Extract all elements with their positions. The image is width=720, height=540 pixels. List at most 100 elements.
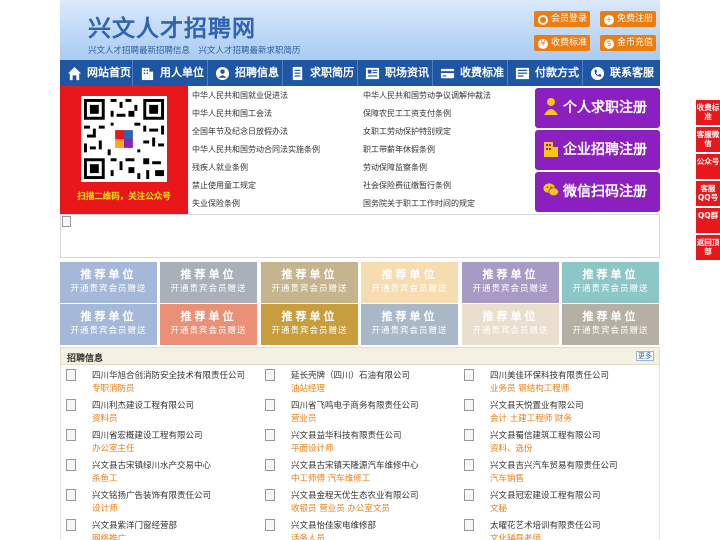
nav-employers[interactable]: 用人单位 (133, 60, 207, 86)
job-positions[interactable]: 话务人员 (291, 532, 325, 540)
side-qq-group-button[interactable]: QQ群 (696, 208, 720, 233)
job-item[interactable]: 兴文县古宋镇绿川水产交易中心 杀鱼工 (61, 455, 257, 484)
job-item[interactable]: 兴文县益华科技有限责任公司 平面设计师 (260, 425, 456, 454)
more-jobs-link[interactable]: 更多 (636, 351, 654, 361)
recommend-slot[interactable]: 推荐单位 开通贵宾会员赠送 (562, 304, 659, 345)
recommend-slot[interactable]: 推荐单位 开通贵宾会员赠送 (562, 262, 659, 303)
job-item[interactable]: 兴文县冠宏建设工程有限公司 文秘 (459, 485, 655, 514)
job-positions[interactable]: 专职消防员 (92, 382, 135, 394)
job-positions[interactable]: 办公室主任 (92, 442, 135, 454)
law-link[interactable]: 国务院关于职工工作时间的规定 (363, 198, 475, 209)
law-link[interactable]: 禁止使用童工规定 (192, 180, 256, 191)
recommend-slot[interactable]: 推荐单位 开通贵宾会员赠送 (160, 304, 257, 345)
law-link[interactable]: 全国年节及纪念日放假办法 (192, 126, 288, 137)
law-link[interactable]: 中华人民共和国就业促进法 (192, 90, 288, 101)
recommend-slot[interactable]: 推荐单位 开通贵宾会员赠送 (462, 304, 559, 345)
job-positions[interactable]: 中工师傅 汽车维修工 (291, 472, 370, 484)
wechat-register-button[interactable]: 微信扫码注册 (535, 172, 660, 212)
nav-home[interactable]: 网站首页 (60, 60, 132, 86)
nav-news[interactable]: 职场资讯 (358, 60, 432, 86)
company-name[interactable]: 兴文县冠宏建设工程有限公司 (490, 489, 601, 501)
company-register-button[interactable]: 企业招聘注册 (535, 130, 660, 170)
nav-payment[interactable]: 付款方式 (508, 60, 582, 86)
job-item[interactable]: 太曜花艺术培训有限责任公司 文化辅导老师 (459, 515, 655, 540)
job-positions[interactable]: 资料、选份 (490, 442, 533, 454)
company-name[interactable]: 四川省飞鸣电子商务有限责任公司 (291, 399, 419, 411)
company-name[interactable]: 四川华旭合创消防安全技术有限责任公司 (92, 369, 245, 381)
job-positions[interactable]: 收银员 营业员 办公室文员 (291, 502, 390, 514)
law-link[interactable]: 中华人民共和国工会法 (192, 108, 272, 119)
recharge-button[interactable]: $ 金币充值 (600, 35, 656, 51)
job-positions[interactable]: 文化辅导老师 (490, 532, 541, 540)
recommend-slot[interactable]: 推荐单位 开通贵宾会员赠送 (261, 262, 358, 303)
law-link[interactable]: 失业保险条例 (192, 198, 240, 209)
company-name[interactable]: 兴文县古宋镇绿川水产交易中心 (92, 459, 211, 471)
job-positions[interactable]: 业务员 钢结构工程师 (490, 382, 569, 394)
job-positions[interactable]: 油站经理 (291, 382, 325, 394)
job-positions[interactable]: 汽车销售 (490, 472, 524, 484)
job-item[interactable]: 四川省宏概建设工程有限公司 办公室主任 (61, 425, 257, 454)
company-name[interactable]: 兴文县蜀信建筑工程有限公司 (490, 429, 601, 441)
law-link[interactable]: 保障农民工工资支付条例 (363, 108, 451, 119)
company-name[interactable]: 延长壳牌（四川）石油有限公司 (291, 369, 410, 381)
personal-register-button[interactable]: 个人求职注册 (535, 88, 660, 128)
law-link[interactable]: 中华人民共和国劳动争议调解仲裁法 (363, 90, 491, 101)
site-logo[interactable]: 兴文人才招聘网 (88, 9, 256, 43)
job-item[interactable]: 四川省飞鸣电子商务有限责任公司 营业员 (260, 395, 456, 424)
company-name[interactable]: 兴文铭扬广告装饰有限责任公司 (92, 489, 211, 501)
back-to-top-button[interactable]: 返回顶部 (696, 235, 720, 260)
company-name[interactable]: 兴文县吉兴汽车贸易有限责任公司 (490, 459, 618, 471)
company-name[interactable]: 兴文县古宋镇天隆源汽车维修中心 (291, 459, 419, 471)
job-positions[interactable]: 文秘 (490, 502, 507, 514)
company-name[interactable]: 太曜花艺术培训有限责任公司 (490, 519, 601, 531)
login-button[interactable]: ● 会员登录 (534, 11, 590, 27)
nav-jobs[interactable]: 招聘信息 (208, 60, 282, 86)
side-official-account-button[interactable]: 公众号 (696, 154, 720, 179)
law-link[interactable]: 社会保险费征缴暂行条例 (363, 180, 451, 191)
job-item[interactable]: 四川华旭合创消防安全技术有限责任公司 专职消防员 (61, 365, 257, 394)
law-link[interactable]: 女职工劳动保护特别规定 (363, 126, 451, 137)
law-link[interactable]: 职工带薪年休假条例 (363, 144, 435, 155)
job-positions[interactable]: 设计师 (92, 502, 118, 514)
job-item[interactable]: 兴文县天悦置业有限公司 会计 土建工程师 财务 (459, 395, 655, 424)
job-item[interactable]: 兴文县怡佳家电维修部 话务人员 (260, 515, 456, 540)
company-name[interactable]: 兴文县怡佳家电维修部 (291, 519, 376, 531)
side-wechat-button[interactable]: 客服微信 (696, 127, 720, 152)
recommend-slot[interactable]: 推荐单位 开通贵宾会员赠送 (261, 304, 358, 345)
ad-banner[interactable] (60, 214, 660, 258)
job-item[interactable]: 四川利杰建设工程有限公司 资料员 (61, 395, 257, 424)
job-positions[interactable]: 杀鱼工 (92, 472, 118, 484)
job-item[interactable]: 延长壳牌（四川）石油有限公司 油站经理 (260, 365, 456, 394)
recommend-slot[interactable]: 推荐单位 开通贵宾会员赠送 (160, 262, 257, 303)
company-name[interactable]: 四川美佳环保科技有限责任公司 (490, 369, 609, 381)
job-item[interactable]: 兴文县紫洋门窗经营部 网络推广 (61, 515, 257, 540)
company-name[interactable]: 兴文县天悦置业有限公司 (490, 399, 584, 411)
side-pricing-button[interactable]: 收费标准 (696, 100, 720, 125)
law-link[interactable]: 残疾人就业条例 (192, 162, 248, 173)
job-item[interactable]: 兴文铭扬广告装饰有限责任公司 设计师 (61, 485, 257, 514)
pricing-button[interactable]: ¥ 收费标准 (534, 35, 590, 51)
recommend-slot[interactable]: 推荐单位 开通贵宾会员赠送 (462, 262, 559, 303)
job-positions[interactable]: 资料员 (92, 412, 118, 424)
nav-contact[interactable]: 联系客服 (583, 60, 659, 86)
company-name[interactable]: 兴文县紫洋门窗经营部 (92, 519, 177, 531)
company-name[interactable]: 兴文县益华科技有限责任公司 (291, 429, 402, 441)
job-item[interactable]: 兴文县金程天优生态农业有限公司 收银员 营业员 办公室文员 (260, 485, 456, 514)
company-name[interactable]: 四川省宏概建设工程有限公司 (92, 429, 203, 441)
job-item[interactable]: 兴文县古宋镇天隆源汽车维修中心 中工师傅 汽车维修工 (260, 455, 456, 484)
job-positions[interactable]: 营业员 (291, 412, 317, 424)
register-button[interactable]: + 免费注册 (600, 11, 656, 27)
job-positions[interactable]: 平面设计师 (291, 442, 334, 454)
nav-pricing[interactable]: 收费标准 (433, 60, 507, 86)
job-positions[interactable]: 会计 土建工程师 财务 (490, 412, 572, 424)
job-item[interactable]: 兴文县吉兴汽车贸易有限责任公司 汽车销售 (459, 455, 655, 484)
job-item[interactable]: 四川美佳环保科技有限责任公司 业务员 钢结构工程师 (459, 365, 655, 394)
law-link[interactable]: 中华人民共和国劳动合同法实施条例 (192, 144, 320, 155)
side-qq-button[interactable]: 客服QQ号 (696, 181, 720, 206)
recommend-slot[interactable]: 推荐单位 开通贵宾会员赠送 (60, 304, 157, 345)
company-name[interactable]: 兴文县金程天优生态农业有限公司 (291, 489, 419, 501)
job-positions[interactable]: 网络推广 (92, 532, 126, 540)
company-name[interactable]: 四川利杰建设工程有限公司 (92, 399, 194, 411)
recommend-slot[interactable]: 推荐单位 开通贵宾会员赠送 (60, 262, 157, 303)
law-link[interactable]: 劳动保障监察条例 (363, 162, 427, 173)
